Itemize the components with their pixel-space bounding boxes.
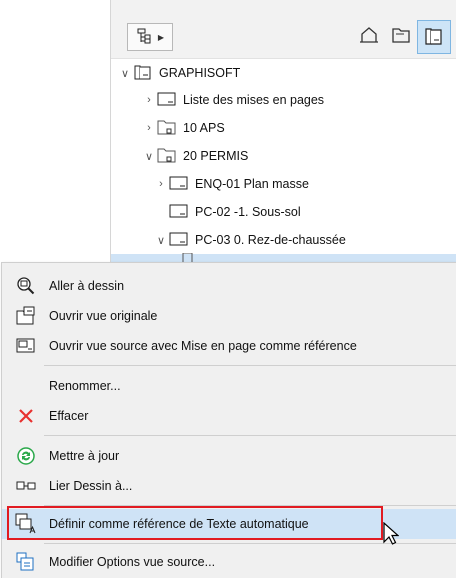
link-drawing-icon (15, 475, 37, 497)
view-map-button[interactable] (387, 22, 415, 50)
tree-item-label: 20 PERMIS (183, 149, 249, 163)
layout-book-icon (424, 26, 444, 49)
menu-separator (44, 365, 456, 366)
tree-item-pc-03[interactable]: ∨ PC-03 0. Rez-de-chaussée (153, 227, 346, 253)
menu-item-label: Effacer (49, 409, 89, 423)
layout-icon (157, 91, 177, 110)
layout-icon (169, 231, 189, 250)
tree-item-10-aps[interactable]: › 10 APS (141, 115, 225, 141)
tree-item-label: Liste des mises en pages (183, 93, 325, 107)
subset-folder-icon (157, 146, 177, 167)
menu-item-open-source-view[interactable]: Ouvrir vue source avec Mise en page comm… (2, 331, 456, 361)
menu-item-go-to-drawing[interactable]: Aller à dessin (2, 271, 456, 301)
open-view-icon (15, 305, 37, 327)
menu-item-label: Ouvrir vue originale (49, 309, 158, 323)
tree-item-20-permis[interactable]: ∨ 20 PERMIS (141, 143, 248, 169)
menu-item-update[interactable]: Mettre à jour (2, 441, 456, 471)
tree-item-label: 10 APS (183, 121, 225, 135)
tree-item-label: PC-02 -1. Sous-sol (195, 205, 301, 219)
view-folder-icon (391, 26, 411, 47)
menu-item-link-drawing[interactable]: Lier Dessin à... (2, 471, 456, 501)
menu-item-delete[interactable]: Effacer (2, 401, 456, 431)
tree-item-layout-list[interactable]: › Liste des mises en pages (141, 87, 324, 113)
menu-item-label: Ouvrir vue source avec Mise en page comm… (49, 339, 357, 353)
menu-item-label: Renommer... (49, 379, 121, 393)
tree-item-graphisoft[interactable]: ∨ GRAPHISOFT (117, 60, 240, 86)
navigator-panel: ▶ ∨ GRAPHISOFT › Liste des mises en page… (110, 0, 456, 264)
chevron-right-icon[interactable]: › (153, 178, 169, 190)
menu-item-modify-source-view-options[interactable]: Modifier Options vue source... (2, 547, 456, 577)
tree-item-pc-02[interactable]: PC-02 -1. Sous-sol (169, 199, 301, 225)
menu-item-rename[interactable]: Renommer... (2, 371, 456, 401)
menu-item-open-original-view[interactable]: Ouvrir vue originale (2, 301, 456, 331)
tree-item-label: ENQ-01 Plan masse (195, 177, 309, 191)
tree-item-label: GRAPHISOFT (159, 66, 241, 80)
update-icon (15, 445, 37, 467)
chevron-right-icon[interactable]: › (141, 122, 157, 134)
layout-book-button[interactable] (417, 20, 451, 54)
chevron-down-icon[interactable]: ∨ (117, 67, 133, 80)
house-icon (359, 26, 379, 47)
map-switch-dropdown[interactable]: ▶ (127, 23, 173, 51)
highlight-annotation-box (7, 506, 383, 540)
tree-item-enq-01[interactable]: › ENQ-01 Plan masse (153, 171, 309, 197)
menu-separator (44, 435, 456, 436)
menu-item-label: Aller à dessin (49, 279, 125, 293)
subset-folder-icon (157, 118, 177, 139)
go-to-drawing-icon (15, 275, 37, 297)
chevron-right-icon[interactable]: › (141, 94, 157, 106)
tree-item-label: PC-03 0. Rez-de-chaussée (195, 233, 346, 247)
navigator-toolbar: ▶ (111, 0, 456, 59)
layout-icon (169, 175, 189, 194)
project-folder-icon (133, 63, 153, 84)
chevron-down-icon[interactable]: ∨ (141, 150, 157, 163)
menu-item-label: Modifier Options vue source... (49, 555, 216, 569)
tree-view-icon (136, 28, 152, 47)
layout-icon (169, 203, 189, 222)
chevron-down-icon[interactable]: ∨ (153, 234, 169, 247)
project-map-button[interactable] (355, 22, 383, 50)
view-settings-icon (15, 551, 37, 573)
menu-item-label: Lier Dessin à... (49, 479, 133, 493)
open-source-view-icon (15, 335, 37, 357)
menu-item-label: Mettre à jour (49, 449, 120, 463)
delete-icon (15, 405, 37, 427)
caret-right-icon: ▶ (157, 32, 165, 42)
mouse-cursor-icon (383, 521, 400, 549)
